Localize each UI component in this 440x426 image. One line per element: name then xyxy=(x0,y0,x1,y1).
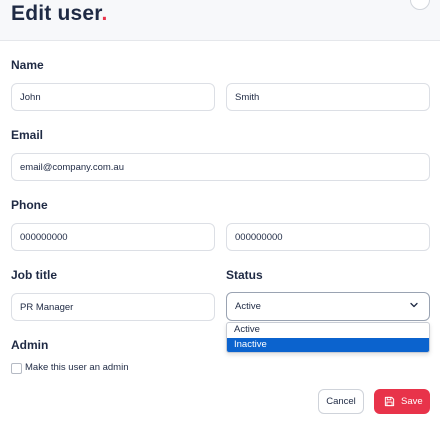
email-input[interactable]: email@company.com.au xyxy=(11,153,430,181)
email-label: Email xyxy=(11,128,44,142)
close-button[interactable] xyxy=(410,0,430,10)
title-dot: . xyxy=(101,2,108,25)
status-dropdown-list: Active Inactive xyxy=(226,322,430,353)
name-label: Name xyxy=(11,58,44,72)
phone-input-2[interactable]: 000000000 xyxy=(226,223,430,251)
save-button[interactable]: Save xyxy=(374,389,430,414)
admin-label: Admin xyxy=(11,338,49,352)
page-title: Edit user. xyxy=(11,2,108,25)
status-label: Status xyxy=(226,268,263,282)
last-name-input[interactable]: Smith xyxy=(226,83,430,111)
job-title-input[interactable]: PR Manager xyxy=(11,293,215,321)
dialog-header: Edit user. xyxy=(0,0,440,41)
phone-label: Phone xyxy=(11,198,48,212)
admin-checkbox-label[interactable]: Make this user an admin xyxy=(25,362,129,373)
chevron-down-icon xyxy=(410,302,418,308)
save-icon xyxy=(384,396,395,407)
job-title-label: Job title xyxy=(11,268,58,282)
phone-input-1[interactable]: 000000000 xyxy=(11,223,215,251)
status-select[interactable]: Active xyxy=(226,292,430,321)
status-select-value: Active xyxy=(235,301,261,312)
admin-checkbox[interactable] xyxy=(11,363,22,374)
save-button-label: Save xyxy=(401,396,423,407)
status-option-active[interactable]: Active xyxy=(227,323,429,338)
first-name-input[interactable]: John xyxy=(11,83,215,111)
cancel-button[interactable]: Cancel xyxy=(318,389,364,414)
status-option-inactive[interactable]: Inactive xyxy=(227,337,429,352)
